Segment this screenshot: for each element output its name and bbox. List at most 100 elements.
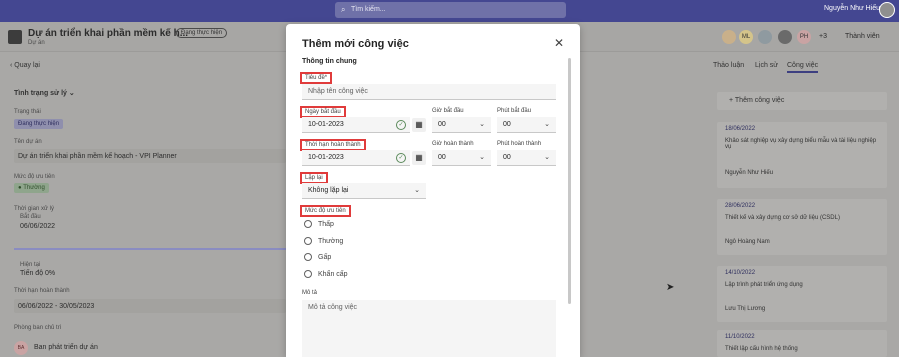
search-placeholder: Tìm kiếm... xyxy=(351,6,386,13)
end-minute-value: 00 xyxy=(503,154,511,161)
priority-option-normal[interactable]: Thường xyxy=(304,237,343,249)
timeline-bar xyxy=(14,248,286,250)
calendar-icon[interactable]: ▦ xyxy=(412,118,426,132)
search-box[interactable]: ⌕ Tìm kiếm... xyxy=(335,2,566,18)
start-label: Bắt đầu xyxy=(20,214,41,220)
deadline-value: 10-01-2023 xyxy=(308,154,344,161)
chevron-down-icon: ⌄ xyxy=(544,154,550,161)
start-date-input[interactable]: 10-01-2023 ✓ xyxy=(302,117,410,133)
priority-label: Mức độ ưu tiên xyxy=(14,174,55,180)
back-label: Quay lại xyxy=(14,62,40,69)
task-date: 14/10/2022 xyxy=(725,270,756,276)
start-hour-value: 00 xyxy=(438,121,446,128)
task-title: Thiết lập cấu hình hệ thống xyxy=(725,346,798,352)
task-date: 28/06/2022 xyxy=(725,203,756,209)
status-pill: Đang thực hiện xyxy=(14,119,64,129)
radio-icon xyxy=(304,270,312,278)
repeat-select[interactable]: Không lặp lại ⌄ xyxy=(302,183,426,199)
member-avatar[interactable] xyxy=(758,30,772,44)
task-card[interactable]: 18/06/2022 Khảo sát nghiệp vụ xây dựng b… xyxy=(717,122,887,188)
task-title: Khảo sát nghiệp vụ xây dựng biểu mẫu và … xyxy=(725,138,877,150)
title-input[interactable]: Nhập tên công việc xyxy=(302,84,556,100)
task-assignee: Lưu Thị Lương xyxy=(725,306,766,312)
end-hour-label: Giờ hoàn thành xyxy=(432,141,474,147)
user-name[interactable]: Nguyễn Như Hiếu xyxy=(824,5,880,12)
user-avatar[interactable] xyxy=(879,2,895,18)
task-date: 11/10/2022 xyxy=(725,334,755,340)
tab-discussion[interactable]: Thảo luận xyxy=(713,62,744,69)
title-label: Tiêu đề* xyxy=(300,72,333,84)
end-hour-value: 00 xyxy=(438,154,446,161)
description-textarea[interactable]: Mô tả công việc xyxy=(302,300,556,357)
start-hour-label: Giờ bắt đầu xyxy=(432,108,464,114)
member-avatar[interactable]: ML xyxy=(739,30,753,44)
add-task-dialog: Thêm mới công việc ✕ Thông tin chung Tiê… xyxy=(286,24,580,357)
section-title[interactable]: Tình trạng sử lý ⌄ xyxy=(14,89,75,97)
top-bar: ⌕ Tìm kiếm... Nguyễn Như Hiếu xyxy=(0,0,899,22)
progress-value: Tiến độ 0% xyxy=(20,270,56,277)
dept-label: Phòng ban chủ trì xyxy=(14,325,62,331)
priority-option-emergency[interactable]: Khẩn cấp xyxy=(304,270,348,282)
status-label: Trạng thái xyxy=(14,109,41,115)
end-minute-label: Phút hoàn thành xyxy=(497,141,542,147)
priority-option-urgent[interactable]: Gấp xyxy=(304,253,331,265)
description-label: Mô tả xyxy=(302,290,318,296)
name-label: Tên dự án xyxy=(14,139,42,145)
check-circle-icon: ✓ xyxy=(396,120,406,130)
add-task-button[interactable]: + Thêm công việc xyxy=(717,92,887,110)
deadline-input[interactable]: 10-01-2023 ✓ xyxy=(302,150,410,166)
deadline-label: Thời hạn hoàn thành xyxy=(14,288,70,294)
end-minute-select[interactable]: 00 ⌄ xyxy=(497,150,556,166)
deadline-value: 06/06/2022 - 30/05/2023 xyxy=(18,303,95,310)
member-more[interactable]: +3 xyxy=(819,33,827,40)
priority-label: Mức độ ưu tiên xyxy=(300,205,351,217)
priority-option-low[interactable]: Thấp xyxy=(304,220,334,232)
dept-value: Ban phát triển dự án xyxy=(34,344,98,351)
task-card[interactable]: 14/10/2022 Lập trình phát triển ứng dụng… xyxy=(717,266,887,322)
members-dropdown[interactable]: Thành viên xyxy=(845,33,880,40)
repeat-value: Không lặp lại xyxy=(308,187,349,194)
now-label: Hiện tại xyxy=(20,262,41,268)
name-value: Dự án triển khai phần mềm kế hoạch - VPI… xyxy=(18,153,177,160)
task-assignee: Nguyễn Như Hiếu xyxy=(725,170,774,176)
close-icon[interactable]: ✕ xyxy=(554,36,564,50)
start-hour-select[interactable]: 00 ⌄ xyxy=(432,117,491,133)
task-card[interactable]: 28/06/2022 Thiết kế và xây dựng cơ sở dữ… xyxy=(717,199,887,255)
radio-icon xyxy=(304,253,312,261)
calendar-icon[interactable]: ▦ xyxy=(412,151,426,165)
start-minute-value: 00 xyxy=(503,121,511,128)
tab-history[interactable]: Lịch sử xyxy=(755,62,778,69)
end-hour-select[interactable]: 00 ⌄ xyxy=(432,150,491,166)
tasks-panel: Thảo luận Lịch sử Công việc + Thêm công … xyxy=(705,52,899,357)
radio-icon xyxy=(304,237,312,245)
radio-icon xyxy=(304,220,312,228)
description-placeholder: Mô tả công việc xyxy=(308,304,358,311)
member-avatar[interactable]: PH xyxy=(797,30,811,44)
member-avatar[interactable] xyxy=(778,30,792,44)
back-button[interactable]: ‹ Quay lại xyxy=(10,62,40,69)
task-assignee: Ngô Hoàng Nam xyxy=(725,239,770,245)
dept-avatar: BA xyxy=(14,341,28,355)
time-label: Thời gian xử lý xyxy=(14,206,54,212)
section-general: Thông tin chung xyxy=(302,58,357,65)
task-title: Lập trình phát triển ứng dụng xyxy=(725,282,803,288)
details-panel: ‹ Quay lại Tình trạng sử lý ⌄ Trạng thái… xyxy=(0,52,286,357)
start-minute-label: Phút bắt đầu xyxy=(497,108,532,114)
project-icon xyxy=(8,30,22,44)
member-avatar[interactable] xyxy=(722,30,736,44)
start-minute-select[interactable]: 00 ⌄ xyxy=(497,117,556,133)
priority-pill: ● Thường xyxy=(14,183,49,193)
chevron-down-icon: ⌄ xyxy=(479,154,485,161)
chevron-down-icon: ⌄ xyxy=(544,121,550,128)
task-card[interactable]: 11/10/2022 Thiết lập cấu hình hệ thống xyxy=(717,330,887,357)
status-badge: Đang thực hiện xyxy=(176,28,228,38)
tab-tasks[interactable]: Công việc xyxy=(787,62,819,73)
task-title: Thiết kế và xây dựng cơ sở dữ liệu (CSDL… xyxy=(725,215,840,221)
chevron-down-icon: ⌄ xyxy=(414,187,420,194)
project-subtitle: Dự án xyxy=(28,40,45,46)
project-title: Dự án triển khai phần mềm kế h... xyxy=(28,28,189,39)
mouse-cursor-icon: ➤ xyxy=(666,282,675,293)
task-date: 18/06/2022 xyxy=(725,126,756,132)
dialog-scrollbar[interactable] xyxy=(568,58,571,304)
start-value: 06/06/2022 xyxy=(20,223,56,230)
